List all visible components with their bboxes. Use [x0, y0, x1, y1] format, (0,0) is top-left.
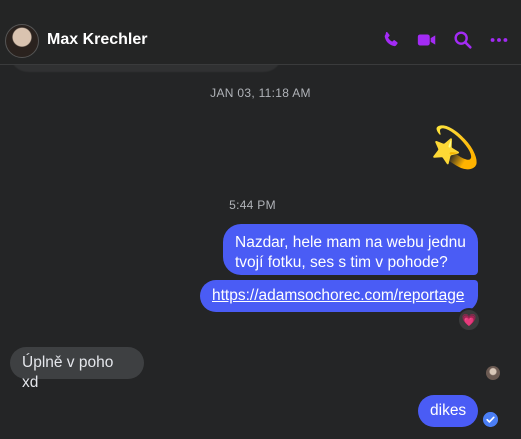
timestamp-divider: 5:44 PM: [229, 198, 276, 212]
seen-indicator-avatar: [486, 366, 500, 380]
sent-check-icon: [483, 412, 498, 427]
chat-header: Max Krechler: [0, 0, 521, 65]
video-icon[interactable]: [416, 29, 438, 51]
outgoing-message[interactable]: Nazdar, hele mam na webu jednu tvojí fot…: [223, 224, 478, 275]
contact-avatar[interactable]: [5, 24, 39, 58]
more-icon[interactable]: [488, 29, 510, 51]
outgoing-message[interactable]: dikes: [418, 395, 478, 427]
message-link[interactable]: https://adamsochorec.com/reportage: [212, 287, 464, 304]
incoming-message[interactable]: Úplně v poho xd: [10, 347, 144, 391]
emoji-message[interactable]: 💫: [430, 124, 480, 172]
contact-name[interactable]: Max Krechler: [47, 31, 148, 49]
heart-reaction[interactable]: 💗: [457, 308, 481, 332]
search-icon[interactable]: [452, 29, 474, 51]
outgoing-link-message[interactable]: https://adamsochorec.com/reportage: [200, 280, 478, 312]
phone-icon[interactable]: [380, 29, 402, 51]
timestamp-divider: JAN 03, 11:18 AM: [210, 86, 311, 100]
